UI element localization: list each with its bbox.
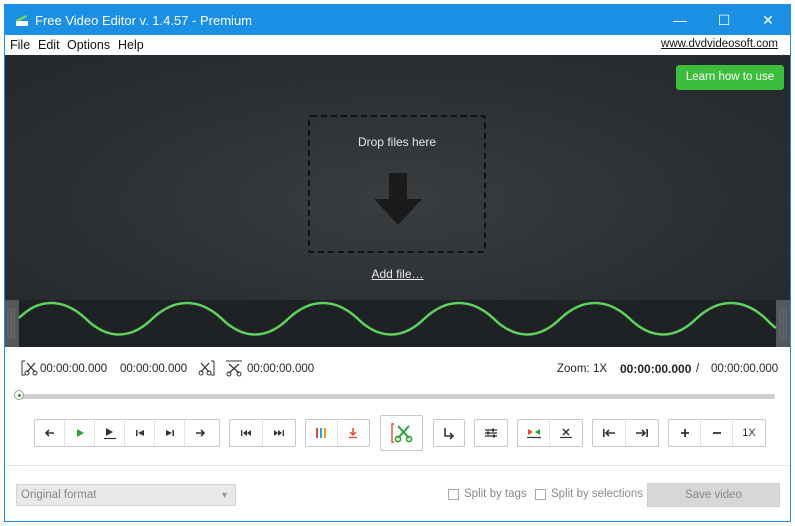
scissors-icon [390,423,412,443]
go-to-start-button[interactable] [125,420,155,446]
window-title: Free Video Editor v. 1.4.57 - Premium [35,13,253,28]
editor-controls: 00:00:00.000 00:00:00.000 00:00:00.000 Z… [5,347,790,465]
drop-files-text: Drop files here [357,135,437,149]
minimize-button[interactable]: — [658,5,702,35]
down-arrow-icon [374,173,422,225]
rotate-group [433,419,465,447]
timeline-track[interactable] [19,394,775,399]
total-time: 00:00:00.000 [711,363,779,375]
chevron-down-icon: ▼ [220,490,229,500]
cut-button[interactable] [381,416,422,450]
play-selection-icon [103,428,116,440]
step-forward-button[interactable] [185,420,215,446]
add-file-link[interactable]: Add file… [5,267,790,281]
zoom-controls: 1X [668,419,766,447]
close-button[interactable]: ✕ [746,5,790,35]
maximize-button[interactable]: ☐ [702,5,746,35]
zoom-out-button[interactable] [701,420,733,446]
jump-to-end-button[interactable] [626,420,659,446]
left-handle [5,300,19,347]
menu-options[interactable]: Options [67,38,110,52]
clear-selection-button[interactable] [550,420,582,446]
minus-icon [712,432,721,434]
zoom-in-button[interactable] [669,420,701,446]
step-back-button[interactable] [35,420,65,446]
playback-controls [34,419,220,447]
next-cut-button[interactable] [263,420,296,446]
fast-forward-icon [273,430,284,436]
marker-down-button[interactable] [338,420,369,446]
split-by-selections-label[interactable]: Split by selections [551,488,643,500]
jump-start-icon [602,429,615,437]
go-to-end-button[interactable] [155,420,185,446]
menu-help[interactable]: Help [118,38,144,52]
selection-length-time: 00:00:00.000 [247,363,315,375]
timeline-playhead[interactable] [14,390,24,400]
split-by-tags-checkbox[interactable] [448,489,459,500]
title-bar[interactable]: Free Video Editor v. 1.4.57 - Premium — … [5,5,790,35]
rotate-button[interactable] [434,420,464,446]
time-separator: / [696,363,700,375]
output-format-select[interactable]: Original format ▼ [16,484,236,506]
zoom-label: Zoom: [557,363,590,375]
app-logo-icon [16,15,28,26]
zoom-value: 1X [593,363,608,375]
play-icon [76,429,84,437]
previous-cut-button[interactable] [230,420,263,446]
edge-navigation [592,419,659,447]
arrow-left-icon [44,429,54,437]
rewind-icon [240,430,251,436]
cut-button-group [380,415,423,451]
website-link[interactable]: www.dvdvideosoft.com [661,38,778,50]
play-button[interactable] [65,420,95,446]
marker-controls [305,419,370,447]
rotate-icon [444,428,455,440]
adjustments-button[interactable] [475,420,507,446]
selection-length-icon [226,360,242,377]
select-region-icon [526,429,541,439]
skip-start-icon [135,430,144,436]
jump-to-start-button[interactable] [593,420,626,446]
learn-how-to-use-button[interactable]: Learn how to use [676,65,784,90]
menu-bar: File Edit Options Help www.dvdvideosoft.… [5,35,790,55]
markers-icon [316,428,327,438]
add-marker-button[interactable] [306,420,338,446]
plus-icon [680,429,689,437]
waveform-strip[interactable] [5,300,790,347]
arrow-right-icon [196,429,206,437]
selection-start-time: 00:00:00.000 [40,363,108,375]
menu-file[interactable]: File [10,38,30,52]
current-time: 00:00:00.000 [620,362,692,376]
selection-controls [517,419,583,447]
clear-selection-icon [560,428,572,439]
download-marker-icon [349,428,358,439]
cut-navigation [229,419,296,447]
select-region-button[interactable] [518,420,550,446]
adjust-group [474,419,508,447]
selection-end-time: 00:00:00.000 [120,363,188,375]
split-by-tags-label[interactable]: Split by tags [464,488,527,500]
selection-end-icon[interactable] [198,359,216,377]
output-format-value: Original format [21,489,97,501]
video-preview: Learn how to use Drop files here Add fil… [5,55,790,347]
split-by-selections-checkbox[interactable] [535,489,546,500]
sliders-icon [485,428,497,438]
zoom-reset-button[interactable]: 1X [733,420,765,446]
selection-start-icon[interactable] [20,359,38,377]
skip-end-icon [165,430,174,436]
bottom-bar: Original format ▼ Split by tags Split by… [5,465,790,521]
waveform-graphic [5,300,790,347]
play-selection-button[interactable] [95,420,125,446]
save-video-button[interactable]: Save video [647,483,780,507]
menu-edit[interactable]: Edit [38,38,60,52]
app-window: Free Video Editor v. 1.4.57 - Premium — … [4,4,791,522]
drop-zone[interactable]: Drop files here [308,115,486,253]
jump-end-icon [635,429,648,437]
